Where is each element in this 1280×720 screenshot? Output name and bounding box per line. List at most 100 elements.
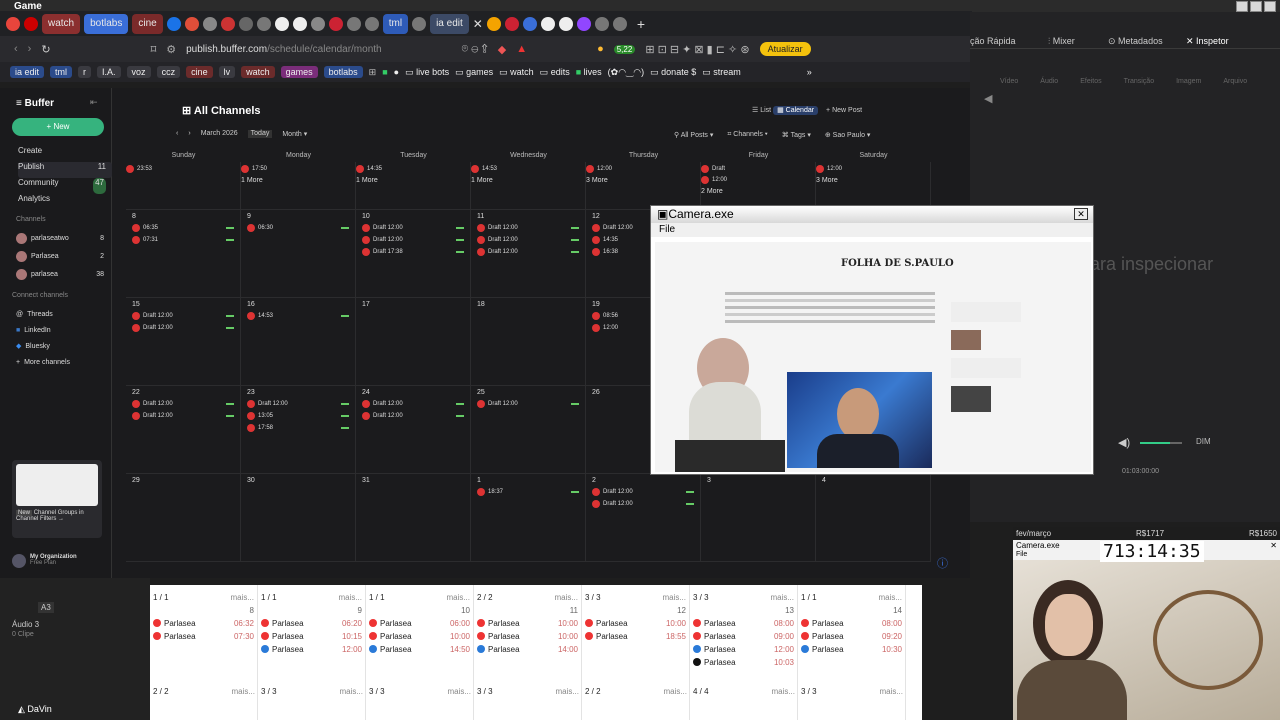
bookmark-chip[interactable]: I.A. (97, 66, 121, 78)
scheduled-post[interactable]: 06:35 (132, 224, 234, 232)
mixer-tab[interactable]: ⫶ Mixer (1048, 36, 1075, 47)
youtube-icon[interactable] (24, 16, 38, 31)
post-row[interactable]: Parlasea 09:00 (690, 630, 797, 643)
scheduled-post[interactable]: 17:58 (247, 424, 349, 432)
site-info-icon[interactable]: ⚙ (166, 43, 176, 56)
extension-icons[interactable]: ⊞ ⊡ ⊟ ✦ ⊠ ▮ ⊏ ✧ ⊛ (645, 43, 749, 56)
scheduled-post[interactable]: 07:31 (132, 236, 234, 244)
post-row[interactable]: Parlasea 10:00 (582, 617, 689, 630)
tab-icon[interactable] (274, 16, 289, 31)
promo-card[interactable]: New Channel Groups in Channel Filters → (12, 460, 102, 538)
scheduled-post[interactable]: Draft 12:00 (247, 400, 349, 408)
forward-icon[interactable]: › (28, 43, 32, 55)
calendar-view-button[interactable]: ▦ Calendar (773, 106, 819, 115)
inspector-tab-image[interactable]: Imagem (1176, 78, 1201, 85)
scheduled-post[interactable]: Draft 12:00 (362, 400, 464, 408)
more-posts-link[interactable]: 3 More (816, 177, 930, 184)
post-row[interactable]: Parlasea 08:00 (690, 617, 797, 630)
more-link[interactable]: mais... (554, 591, 578, 604)
scheduled-post[interactable]: Draft 12:00 (362, 412, 464, 420)
calendar-day-cell[interactable]: 29 (126, 474, 241, 562)
close-button[interactable] (1264, 1, 1276, 12)
scheduled-post[interactable]: Draft 12:00 (362, 236, 464, 244)
calendar-day-cell[interactable]: 24 Draft 12:00 Draft 12:00 (356, 386, 471, 474)
view-dropdown[interactable]: Month ▾ (282, 130, 307, 138)
scheduled-post[interactable]: 13:05 (247, 412, 349, 420)
tab-ia-edit[interactable]: ia edit (430, 13, 469, 34)
next-month-icon[interactable]: › (188, 130, 190, 138)
scheduled-post[interactable]: Draft 12:00 (132, 412, 234, 420)
minimize-button[interactable] (1236, 1, 1248, 12)
calendar-day-cell[interactable]: 3 (701, 474, 816, 562)
bookmark-chip[interactable]: voz (126, 66, 151, 78)
tab-icon[interactable] (256, 16, 271, 31)
calendar-day-cell[interactable]: 17 (356, 298, 471, 386)
more-link[interactable]: mais... (662, 591, 686, 604)
calendar-day-cell[interactable]: 30 (241, 474, 356, 562)
chrome-icon[interactable] (6, 16, 20, 31)
back-icon[interactable]: ‹ (14, 43, 18, 55)
post-row[interactable]: Parlasea 06:32 (150, 617, 257, 630)
tab-icon[interactable] (328, 16, 343, 31)
new-tab-icon[interactable]: + (637, 16, 645, 32)
tab-botlabs[interactable]: botlabs (84, 13, 129, 34)
post-row[interactable]: Parlasea 10:30 (798, 643, 905, 656)
tab-tml[interactable]: tml (382, 13, 409, 34)
scheduled-post[interactable]: Draft 12:00 (132, 400, 234, 408)
more-link[interactable]: mais... (771, 685, 795, 698)
new-button[interactable]: + New (12, 118, 104, 136)
help-icon[interactable]: ⓘ (937, 555, 948, 571)
scheduled-post[interactable]: Draft 12:00 (477, 236, 579, 244)
bookmark-folder[interactable]: ▭ live bots (405, 67, 449, 78)
new-post-button[interactable]: + New Post (826, 107, 862, 114)
extension-icons[interactable]: ⌾ ⊖ ⇪ (462, 43, 488, 56)
post-row[interactable]: Parlasea 12:00 (258, 643, 365, 656)
calendar-day-cell[interactable]: 4 (816, 474, 931, 562)
update-button[interactable]: Atualizar (759, 42, 811, 56)
calendar-day-cell[interactable]: 9 06:30 (241, 210, 356, 298)
inspector-tab-file[interactable]: Arquivo (1223, 78, 1247, 85)
calendar-day-cell[interactable]: 15 Draft 12:00 Draft 12:00 (126, 298, 241, 386)
scheduled-post[interactable]: 12:00 (701, 176, 815, 184)
collapse-panel-icon[interactable]: ◀ (984, 92, 992, 105)
tab-icon[interactable] (202, 16, 217, 31)
bookmark-chip[interactable]: cine (186, 66, 213, 78)
bookmark-folder[interactable]: ▭ edits (540, 67, 570, 78)
bookmark-chip[interactable]: lv (218, 66, 236, 78)
post-row[interactable]: Parlasea 07:30 (150, 630, 257, 643)
grid-icon[interactable]: ⊞ (369, 67, 377, 78)
calendar-day-cell[interactable]: 17:50 1 More (241, 162, 356, 210)
tab-icon[interactable] (238, 16, 253, 31)
bookmark-chip[interactable]: ccz (156, 66, 181, 78)
bookmark-chip[interactable]: watch (241, 66, 275, 78)
more-link[interactable]: mais... (879, 685, 903, 698)
bookmark-folder[interactable]: ▭ donate $ (650, 67, 696, 78)
inspector-tab[interactable]: ✕ Inspetor (1186, 36, 1229, 47)
scheduled-post[interactable]: 14:53 (247, 312, 349, 320)
tab-icon[interactable] (184, 16, 199, 31)
more-link[interactable]: mais... (338, 591, 362, 604)
bookmark-icon[interactable]: ● (394, 67, 399, 77)
scheduled-post[interactable]: 12:00 (816, 165, 930, 173)
tab-cine[interactable]: cine (132, 13, 163, 34)
scheduled-post[interactable]: 18:37 (477, 488, 579, 496)
filter-channels[interactable]: ⌗ Channels ▾ (727, 131, 767, 139)
calendar-day-cell[interactable]: 14:53 1 More (471, 162, 586, 210)
more-link[interactable]: mais... (339, 685, 363, 698)
scheduled-post[interactable]: 23:53 (126, 165, 240, 173)
extension-icon[interactable]: ● (597, 43, 604, 55)
more-link[interactable]: mais... (878, 591, 902, 604)
more-link[interactable]: mais... (230, 591, 254, 604)
inspector-tab-effects[interactable]: Efeitos (1080, 78, 1101, 85)
webcam-close-icon[interactable]: ✕ (1270, 540, 1280, 551)
nav-publish[interactable]: Publish 11 (18, 162, 112, 178)
scheduled-post[interactable]: Draft (701, 165, 815, 173)
calendar-day-cell[interactable]: 23:53 (126, 162, 241, 210)
calendar-day-cell[interactable]: Draft 12:00 2 More (701, 162, 816, 210)
connect-linkedin[interactable]: ■ LinkedIn (16, 322, 70, 338)
scheduled-post[interactable]: 14:35 (356, 165, 470, 173)
calendar-day-cell[interactable]: 14:35 1 More (356, 162, 471, 210)
filter-tags[interactable]: ⌘ Tags ▾ (782, 131, 811, 139)
inspector-tab-video[interactable]: Vídeo (1000, 78, 1018, 85)
scheduled-post[interactable]: 17:50 (241, 165, 355, 173)
